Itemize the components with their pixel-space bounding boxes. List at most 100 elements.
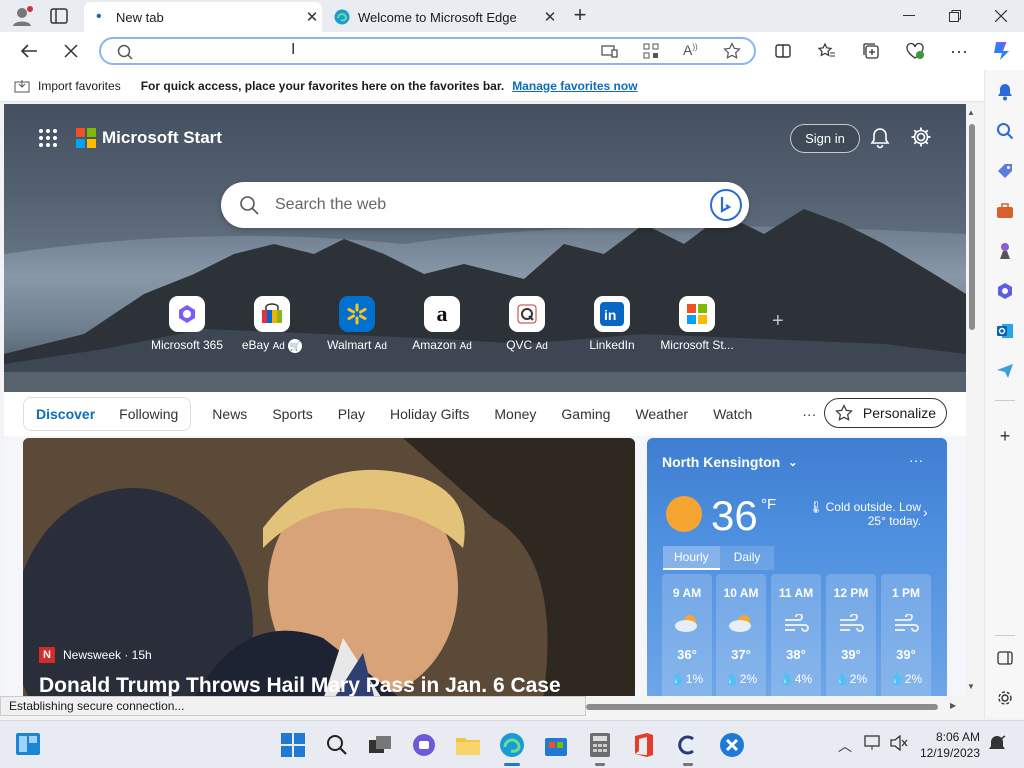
scrollbar-thumb[interactable] (586, 704, 938, 710)
office-icon[interactable] (627, 728, 661, 762)
copilot-icon[interactable] (986, 36, 1016, 66)
microsoft-365-icon[interactable] (985, 273, 1024, 309)
quick-link-walmart[interactable]: Walmart Ad (317, 296, 397, 352)
minimize-button[interactable] (886, 0, 932, 32)
news-headline[interactable]: Donald Trump Throws Hail Mary Pass in Ja… (39, 674, 561, 696)
outlook-icon[interactable] (985, 313, 1024, 349)
games-icon[interactable] (985, 233, 1024, 269)
new-tab-button[interactable]: + (568, 4, 592, 28)
sidebar-settings-icon[interactable] (985, 680, 1024, 716)
scroll-up-arrow-icon[interactable]: ▲ (967, 108, 975, 117)
tab-new-tab[interactable]: • New tab ✕ (84, 2, 322, 32)
stop-loading-button[interactable] (56, 36, 86, 66)
close-tab-icon[interactable]: ✕ (302, 8, 322, 26)
quick-link-microsoft-store[interactable]: Microsoft St... (657, 296, 737, 352)
nav-item-gaming[interactable]: Gaming (561, 406, 610, 422)
import-icon (14, 79, 30, 93)
notification-bell-icon[interactable] (985, 74, 1024, 110)
clock[interactable]: 8:06 AM 12/19/2023 (918, 729, 980, 761)
weather-location[interactable]: North Kensington ⌄ (662, 454, 797, 470)
edge-taskbar-icon[interactable] (495, 728, 529, 766)
nav-item-watch[interactable]: Watch (713, 406, 752, 422)
notification-center-icon[interactable] (988, 735, 1006, 753)
address-bar[interactable]: I A)) (99, 37, 756, 65)
quick-link-linkedin[interactable]: in LinkedIn (572, 296, 652, 352)
quick-link-amazon[interactable]: a Amazon Ad (402, 296, 482, 352)
calculator-icon[interactable] (583, 728, 617, 766)
app-available-icon[interactable] (601, 43, 619, 59)
restore-button[interactable] (932, 0, 978, 32)
nav-item-play[interactable]: Play (338, 406, 365, 422)
scroll-right-arrow-icon[interactable]: ▶ (950, 701, 956, 710)
favorite-star-icon[interactable] (723, 42, 741, 60)
task-view-icon[interactable] (363, 728, 397, 762)
chevron-up-icon[interactable]: ︿ (838, 736, 852, 756)
quick-link-microsoft-365[interactable]: Microsoft 365 (147, 296, 227, 352)
vertical-scrollbar[interactable]: ▲ ▼ (966, 104, 978, 696)
volume-muted-icon[interactable] (890, 735, 908, 751)
collections-icon[interactable] (856, 36, 886, 66)
hour-precip: 💧1% (670, 672, 704, 686)
tab-daily[interactable]: Daily (719, 546, 775, 570)
tab-following[interactable]: Following (107, 406, 190, 422)
send-paper-plane-icon[interactable] (985, 353, 1024, 389)
add-shortcut-button[interactable]: + (772, 310, 784, 333)
chevron-right-icon[interactable]: › (923, 504, 928, 520)
bing-chat-icon[interactable] (709, 188, 743, 222)
top-news-card[interactable]: N Newsweek · 15h Donald Trump Throws Hai… (23, 438, 635, 696)
nav-more-button[interactable]: ··· (802, 406, 816, 422)
read-aloud-icon[interactable]: A)) (683, 42, 698, 58)
microsoft-start-brand[interactable]: Microsoft Start (76, 128, 222, 148)
nav-item-sports[interactable]: Sports (272, 406, 312, 422)
nav-item-weather[interactable]: Weather (635, 406, 688, 422)
ccleaner-icon[interactable] (671, 728, 705, 766)
profile-icon[interactable] (10, 5, 34, 27)
scroll-down-arrow-icon[interactable]: ▼ (967, 682, 975, 691)
settings-gear-icon[interactable] (910, 126, 932, 148)
manage-favorites-link[interactable]: Manage favorites now (512, 79, 637, 93)
settings-app-icon[interactable] (715, 728, 749, 762)
notifications-bell-icon[interactable] (870, 127, 890, 149)
nav-item-money[interactable]: Money (494, 406, 536, 422)
search-icon[interactable] (985, 113, 1024, 149)
linkedin-icon: in (594, 296, 630, 332)
file-explorer-icon[interactable] (451, 728, 485, 762)
microsoft-store-taskbar-icon[interactable] (539, 728, 573, 762)
web-search-box[interactable]: Search the web (221, 182, 749, 228)
personalize-button[interactable]: Personalize (824, 398, 947, 428)
shopping-tag-icon[interactable] (985, 153, 1024, 189)
nav-item-news[interactable]: News (212, 406, 247, 422)
favorites-icon[interactable] (812, 36, 842, 66)
quick-link-qvc[interactable]: QVC Ad (487, 296, 567, 352)
back-button[interactable] (14, 36, 44, 66)
tools-briefcase-icon[interactable] (985, 193, 1024, 229)
close-tab-icon[interactable]: ✕ (540, 8, 560, 26)
browser-essentials-icon[interactable] (900, 36, 930, 66)
start-button[interactable] (276, 728, 310, 762)
teams-chat-icon[interactable] (407, 728, 441, 762)
weather-more-icon[interactable]: ··· (909, 452, 923, 468)
add-sidebar-app-button[interactable]: + (985, 418, 1024, 454)
taskbar-search-icon[interactable] (320, 728, 354, 762)
shopping-cart-icon[interactable]: 🛒 (288, 338, 303, 353)
tab-discover[interactable]: Discover (24, 406, 107, 422)
qr-code-icon[interactable] (643, 43, 659, 59)
import-favorites-button[interactable]: Import favorites (38, 79, 121, 93)
tab-welcome[interactable]: Welcome to Microsoft Edge ✕ (324, 2, 560, 32)
split-screen-icon[interactable] (768, 36, 798, 66)
widgets-icon[interactable] (11, 727, 45, 761)
tab-actions-icon[interactable] (50, 8, 68, 24)
weather-card[interactable]: North Kensington ⌄ ··· 36 °F 🌡 Cold outsi… (647, 438, 947, 696)
apps-grid-icon[interactable] (38, 128, 58, 148)
tab-hourly[interactable]: Hourly (663, 546, 720, 570)
close-window-button[interactable] (978, 0, 1024, 32)
hide-sidebar-icon[interactable] (985, 640, 1024, 676)
network-icon[interactable] (864, 735, 882, 751)
scrollbar-thumb[interactable] (969, 124, 975, 330)
quick-link-ebay[interactable]: eBay Ad 🛒 (232, 296, 312, 353)
sign-in-button[interactable]: Sign in (790, 124, 860, 153)
horizontal-scrollbar[interactable]: ▶ (586, 700, 966, 714)
amazon-icon: a (424, 296, 460, 332)
more-options-icon[interactable]: ··· (944, 36, 974, 66)
nav-item-holiday-gifts[interactable]: Holiday Gifts (390, 406, 469, 422)
